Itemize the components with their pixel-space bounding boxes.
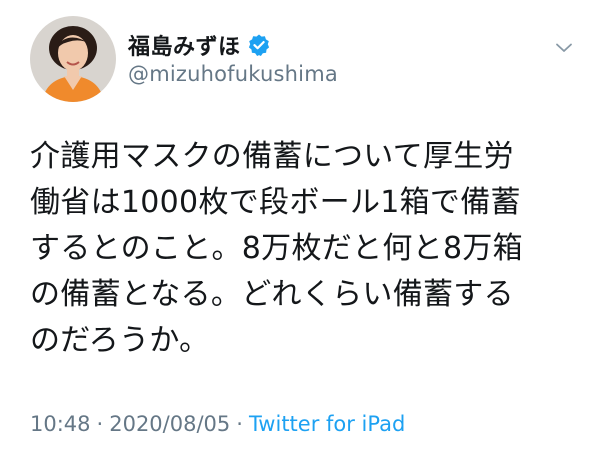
verified-badge-icon: [247, 33, 271, 57]
tweet-source-link[interactable]: Twitter for iPad: [249, 412, 405, 436]
tweet-meta: 10:48 · 2020/08/05 · Twitter for iPad: [30, 412, 405, 436]
tweet-text-line: の備蓄となる。どれくらい備蓄する: [30, 277, 514, 312]
author-display-name[interactable]: 福島みずほ: [128, 29, 241, 61]
tweet-text-line: 介護用マスクの備蓄について厚生労: [30, 139, 514, 174]
chevron-down-icon[interactable]: [552, 36, 576, 60]
tweet-date[interactable]: 2020/08/05: [109, 412, 230, 436]
tweet-text-line: のだろうか。: [30, 323, 210, 358]
meta-separator: ·: [96, 412, 104, 436]
author-handle[interactable]: @mizuhofukushima: [128, 62, 338, 86]
tweet-text-line: するとのこと。8万枚だと何と8万箱: [30, 231, 523, 266]
tweet-time[interactable]: 10:48: [30, 412, 91, 436]
meta-separator: ·: [236, 412, 243, 436]
tweet-text: 介護用マスクの備蓄について厚生労 働省は1000枚で段ボール1箱で備蓄 するとの…: [30, 134, 585, 364]
tweet-card: 福島みずほ @mizuhofukushima 介護用マスクの備蓄について厚生労 …: [0, 0, 600, 459]
tweet-text-line: 働省は1000枚で段ボール1箱で備蓄: [30, 185, 521, 220]
avatar-photo: [30, 16, 116, 102]
author-avatar[interactable]: [30, 16, 116, 102]
author-name-row: 福島みずほ: [128, 30, 271, 60]
